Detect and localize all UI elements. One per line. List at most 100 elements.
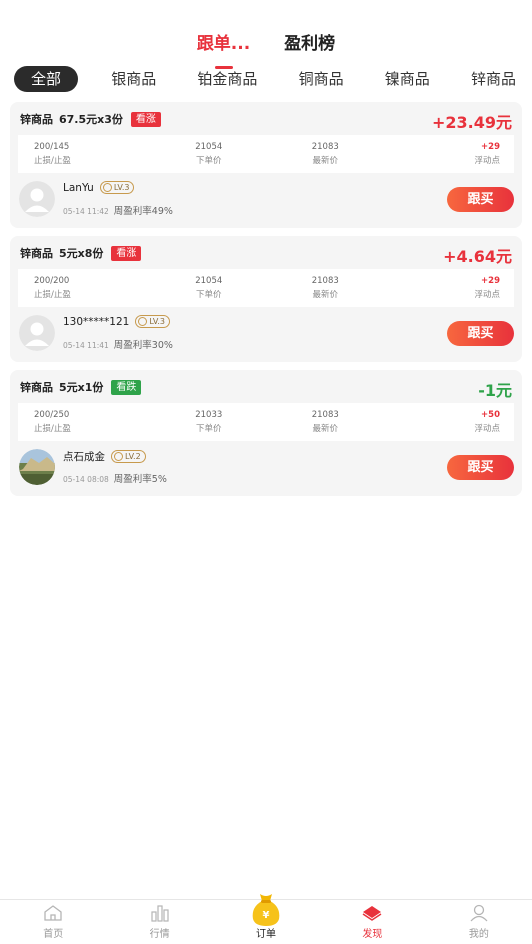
floating-label: 浮动点 bbox=[474, 289, 500, 300]
level-text: LV.2 bbox=[125, 452, 141, 461]
trader-row: 130*****121 LV.3 05-14 11:41 周盈利率30% 跟买 bbox=[19, 314, 514, 352]
order-stats: 200/250 止损/止盈 21033 下单价 21083 最新价 +50 浮动… bbox=[18, 403, 514, 441]
order-stats: 200/200 止损/止盈 21054 下单价 21083 最新价 +29 浮动… bbox=[18, 269, 514, 307]
order-price: 21054 下单价 bbox=[151, 135, 268, 173]
top-tab-bar: 跟单... 盈利榜 bbox=[0, 26, 532, 69]
category-nickel[interactable]: 镍商品 bbox=[377, 66, 438, 92]
stop-loss-profit: 200/250 止损/止盈 bbox=[18, 403, 151, 441]
stop-value: 200/200 bbox=[34, 275, 70, 286]
category-all[interactable]: 全部 bbox=[14, 66, 79, 92]
trader-info: 点石成金 LV.2 05-14 08:08 周盈利率5% bbox=[63, 448, 167, 486]
weekly-profit-rate: 周盈利率30% bbox=[113, 340, 173, 351]
order-time: 05-14 11:41 bbox=[63, 341, 109, 350]
order-price-label: 下单价 bbox=[195, 423, 222, 434]
nav-label: 我的 bbox=[468, 929, 489, 940]
follow-buy-button[interactable]: 跟买 bbox=[447, 455, 514, 480]
nav-label: 发现 bbox=[362, 929, 383, 940]
stop-label: 止损/止盈 bbox=[34, 155, 71, 166]
money-bag-icon: ¥ bbox=[249, 891, 283, 927]
trader-row: LanYu LV.3 05-14 11:42 周盈利率49% 跟买 bbox=[19, 180, 514, 218]
follow-buy-button[interactable]: 跟买 bbox=[447, 321, 514, 346]
category-platinum[interactable]: 铂金商品 bbox=[189, 66, 265, 92]
nav-label: 行情 bbox=[149, 929, 170, 940]
nav-label: 首页 bbox=[43, 929, 64, 940]
avatar[interactable] bbox=[19, 449, 55, 485]
floating-value: +50 bbox=[481, 409, 500, 420]
floating-value: +29 bbox=[481, 141, 500, 152]
avatar[interactable] bbox=[19, 315, 55, 351]
latest-price-label: 最新价 bbox=[312, 289, 338, 300]
nav-discover[interactable]: 发现 bbox=[319, 900, 425, 944]
level-badge: LV.3 bbox=[135, 315, 170, 328]
nav-orders[interactable]: ¥ 订单 bbox=[213, 894, 319, 944]
category-silver[interactable]: 银商品 bbox=[103, 66, 164, 92]
order-price: 21054 下单价 bbox=[151, 269, 268, 307]
weekly-profit-rate: 周盈利率5% bbox=[113, 474, 167, 485]
nav-label: 订单 bbox=[256, 929, 277, 940]
trader-name[interactable]: LanYu bbox=[63, 182, 94, 194]
product-name: 锌商品 bbox=[20, 381, 53, 394]
order-price-value: 21033 bbox=[195, 409, 223, 420]
bottom-nav: 首页 行情 ¥ 订单 发现 我的 bbox=[0, 894, 532, 944]
order-header: 锌商品 5元x1份 看跌 -1元 bbox=[20, 377, 512, 400]
avatar[interactable] bbox=[19, 181, 55, 217]
trader-info: 130*****121 LV.3 05-14 11:41 周盈利率30% bbox=[63, 314, 173, 352]
category-copper[interactable]: 铜商品 bbox=[291, 66, 352, 92]
stop-value: 200/145 bbox=[34, 141, 70, 152]
level-text: LV.3 bbox=[149, 317, 165, 326]
order-spec: 5元x1份 bbox=[59, 381, 104, 394]
floating-value: +29 bbox=[481, 275, 500, 286]
profit-amount: +4.64元 bbox=[443, 247, 512, 266]
category-zinc[interactable]: 锌商品 bbox=[463, 66, 524, 92]
latest-price-value: 21083 bbox=[311, 275, 339, 286]
order-spec: 67.5元x3份 bbox=[59, 113, 123, 126]
order-header: 锌商品 5元x8份 看涨 +4.64元 bbox=[20, 243, 512, 266]
order-card[interactable]: 锌商品 5元x1份 看跌 -1元 200/250 止损/止盈 21033 下单价… bbox=[10, 370, 522, 496]
trader-name[interactable]: 点石成金 bbox=[63, 449, 105, 464]
stop-loss-profit: 200/200 止损/止盈 bbox=[18, 269, 151, 307]
trader-row: 点石成金 LV.2 05-14 08:08 周盈利率5% 跟买 bbox=[19, 448, 514, 486]
coin-icon bbox=[114, 452, 123, 461]
trader-name[interactable]: 130*****121 bbox=[63, 316, 129, 328]
stop-label: 止损/止盈 bbox=[34, 289, 71, 300]
category-filter-bar: 全部 银商品 铂金商品 铜商品 镍商品 锌商品 bbox=[14, 66, 524, 92]
floating-points: +50 浮动点 bbox=[384, 403, 515, 441]
follow-buy-button[interactable]: 跟买 bbox=[447, 187, 514, 212]
latest-price: 21083 最新价 bbox=[267, 269, 384, 307]
stop-value: 200/250 bbox=[34, 409, 70, 420]
latest-price-label: 最新价 bbox=[312, 423, 338, 434]
level-badge: LV.2 bbox=[111, 450, 146, 463]
order-time: 05-14 11:42 bbox=[63, 207, 109, 216]
tab-follow-orders[interactable]: 跟单... bbox=[195, 26, 252, 69]
direction-badge: 看跌 bbox=[111, 379, 142, 395]
product-name: 锌商品 bbox=[20, 113, 53, 126]
tab-profit-ranking[interactable]: 盈利榜 bbox=[282, 26, 337, 62]
floating-points: +29 浮动点 bbox=[384, 135, 515, 173]
svg-text:¥: ¥ bbox=[263, 910, 270, 921]
floating-points: +29 浮动点 bbox=[384, 269, 515, 307]
level-text: LV.3 bbox=[113, 183, 130, 192]
order-price-label: 下单价 bbox=[195, 289, 222, 300]
latest-price-value: 21083 bbox=[311, 141, 339, 152]
profit-amount: -1元 bbox=[478, 381, 512, 400]
profit-amount: +23.49元 bbox=[431, 113, 512, 132]
stop-loss-profit: 200/145 止损/止盈 bbox=[18, 135, 151, 173]
order-header: 锌商品 67.5元x3份 看涨 +23.49元 bbox=[20, 109, 512, 132]
order-list: 锌商品 67.5元x3份 看涨 +23.49元 200/145 止损/止盈 21… bbox=[10, 102, 522, 504]
latest-price-value: 21083 bbox=[311, 409, 339, 420]
floating-label: 浮动点 bbox=[474, 155, 500, 166]
order-price: 21033 下单价 bbox=[151, 403, 268, 441]
trader-info: LanYu LV.3 05-14 11:42 周盈利率49% bbox=[63, 180, 173, 218]
latest-price: 21083 最新价 bbox=[267, 135, 384, 173]
nav-market[interactable]: 行情 bbox=[106, 900, 212, 944]
coin-icon bbox=[102, 183, 112, 192]
order-card[interactable]: 锌商品 67.5元x3份 看涨 +23.49元 200/145 止损/止盈 21… bbox=[10, 102, 522, 228]
coin-icon bbox=[138, 317, 148, 326]
order-card[interactable]: 锌商品 5元x8份 看涨 +4.64元 200/200 止损/止盈 21054 … bbox=[10, 236, 522, 362]
latest-price-label: 最新价 bbox=[312, 155, 338, 166]
nav-profile[interactable]: 我的 bbox=[426, 900, 532, 944]
order-spec: 5元x8份 bbox=[59, 247, 104, 260]
chart-icon bbox=[149, 903, 171, 923]
nav-home[interactable]: 首页 bbox=[0, 900, 106, 944]
level-badge: LV.3 bbox=[99, 181, 135, 194]
